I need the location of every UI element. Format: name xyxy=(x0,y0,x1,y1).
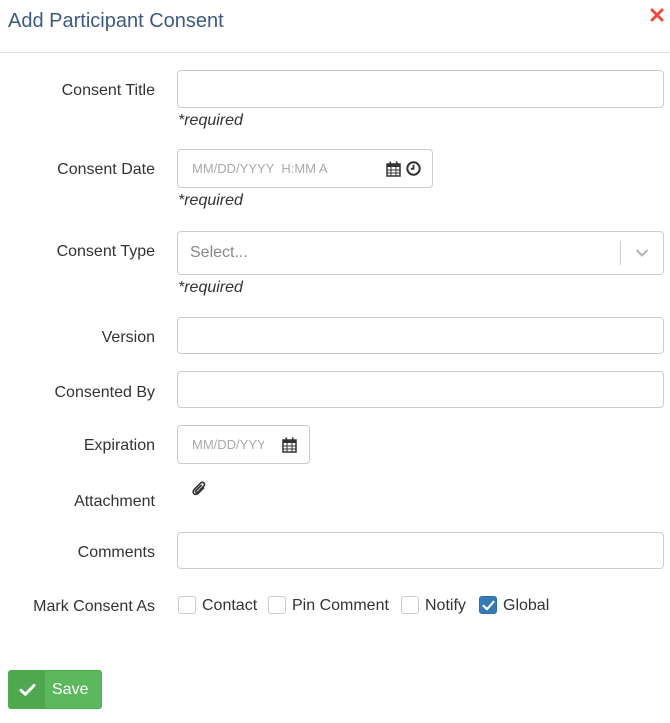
calendar-icon[interactable] xyxy=(282,437,297,453)
pin-comment-checkbox[interactable] xyxy=(268,596,286,614)
mark-consent-as-label: Mark Consent As xyxy=(33,598,155,615)
select-separator xyxy=(620,241,621,265)
consent-title-input[interactable] xyxy=(177,70,664,108)
modal-title: Add Participant Consent xyxy=(8,10,224,32)
modal-header: Add Participant Consent xyxy=(0,0,670,53)
save-button-label: Save xyxy=(52,681,89,698)
consent-type-select[interactable]: Select... xyxy=(177,231,664,275)
consent-date-label: Consent Date xyxy=(57,161,155,178)
consent-title-required-hint: *required xyxy=(178,112,243,129)
notify-checkbox-label[interactable]: Notify xyxy=(425,597,466,615)
attachment-label: Attachment xyxy=(74,493,155,510)
notify-checkbox[interactable] xyxy=(401,596,419,614)
consented-by-input[interactable] xyxy=(177,371,664,408)
contact-checkbox-label[interactable]: Contact xyxy=(202,597,257,615)
consent-type-label: Consent Type xyxy=(56,243,155,260)
consent-type-required-hint: *required xyxy=(178,279,243,296)
comments-label: Comments xyxy=(77,544,155,561)
contact-checkbox[interactable] xyxy=(178,596,196,614)
expiration-field[interactable] xyxy=(177,425,310,464)
clock-icon[interactable] xyxy=(406,161,421,176)
chevron-down-icon[interactable] xyxy=(635,248,649,258)
consent-type-selected-value: Select... xyxy=(190,244,248,261)
version-input[interactable] xyxy=(177,317,664,354)
checkmark-icon xyxy=(19,684,36,696)
calendar-icon[interactable] xyxy=(386,161,401,177)
global-checkbox-label[interactable]: Global xyxy=(503,597,549,615)
consent-date-required-hint: *required xyxy=(178,192,243,209)
version-label: Version xyxy=(101,329,155,346)
consented-by-label: Consented By xyxy=(54,384,155,401)
save-icon-area xyxy=(9,671,45,708)
checkmark-icon xyxy=(482,600,495,611)
global-checkbox[interactable] xyxy=(479,596,497,614)
save-button[interactable]: Save xyxy=(8,670,102,709)
paperclip-icon[interactable] xyxy=(192,480,208,497)
pin-comment-checkbox-label[interactable]: Pin Comment xyxy=(292,597,389,615)
consent-date-field[interactable] xyxy=(177,149,433,188)
consent-title-label: Consent Title xyxy=(61,82,155,99)
expiration-label: Expiration xyxy=(83,437,155,454)
close-icon[interactable] xyxy=(650,8,664,22)
comments-input[interactable] xyxy=(177,532,664,569)
consent-date-input[interactable] xyxy=(178,150,378,187)
expiration-input[interactable] xyxy=(178,426,278,463)
